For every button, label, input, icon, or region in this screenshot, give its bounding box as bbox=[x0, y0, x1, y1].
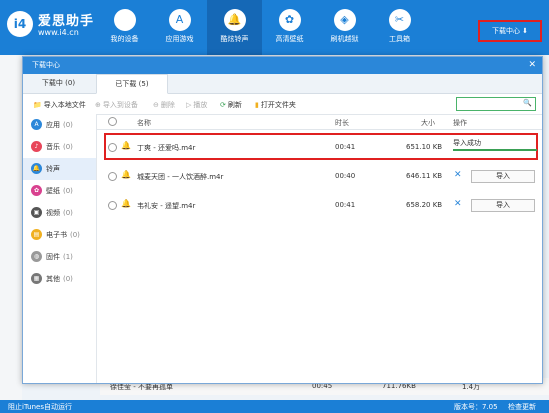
dialog-title: 下载中心 bbox=[32, 61, 60, 69]
category-music[interactable]: ♪ 音乐 (0) bbox=[23, 136, 96, 158]
import-button[interactable]: 导入 bbox=[471, 170, 535, 183]
firmware-icon: ◍ bbox=[31, 251, 42, 262]
select-all-checkbox[interactable] bbox=[108, 117, 117, 126]
bell-icon: 🔔 bbox=[223, 9, 246, 31]
music-icon: ♪ bbox=[31, 141, 42, 152]
row-size: 646.11 KB bbox=[406, 172, 443, 180]
nav-toolbox[interactable]: ✂ 工具箱 bbox=[372, 0, 427, 55]
refresh-button[interactable]: ⟳ 刷新 bbox=[220, 100, 242, 110]
open-folder-button[interactable]: ▮ 打开文件夹 bbox=[255, 100, 296, 110]
category-sidebar: A 应用 (0) ♪ 音乐 (0) 🔔 铃声 ✿ 壁纸 (0) ▣ 视频 (0) ▤ 电子书 (0) … bbox=[23, 114, 97, 383]
row-checkbox[interactable] bbox=[108, 143, 117, 152]
row-duration: 00:41 bbox=[335, 201, 356, 209]
background-sidebar bbox=[0, 55, 22, 400]
nav-apps[interactable]: A 应用游戏 bbox=[152, 0, 207, 55]
bell-icon: 🔔 bbox=[121, 199, 131, 208]
import-device-button[interactable]: ⊕ 导入到设备 bbox=[95, 100, 138, 110]
category-wallpapers[interactable]: ✿ 壁纸 (0) bbox=[23, 180, 96, 202]
import-button[interactable]: 导入 bbox=[471, 199, 535, 212]
column-duration: 时长 bbox=[335, 119, 349, 127]
import-status: 导入成功 bbox=[453, 139, 481, 147]
play-icon: ▷ bbox=[186, 101, 192, 109]
row-duration: 00:40 bbox=[335, 172, 356, 180]
column-name: 名称 bbox=[137, 119, 151, 127]
column-size: 大小 bbox=[421, 119, 435, 127]
version-label: 版本号：7.05 bbox=[454, 403, 498, 411]
import-icon: ⊕ bbox=[95, 101, 101, 109]
category-firmware[interactable]: ◍ 固件 (1) bbox=[23, 246, 96, 268]
video-icon: ▣ bbox=[31, 207, 42, 218]
download-center-button[interactable]: 下载中心 ⬇ bbox=[478, 20, 542, 42]
row-size: 651.10 KB bbox=[406, 143, 443, 151]
table-row[interactable]: 🔔 城麦天团 - 一人饮酒醉.m4r 00:40 646.11 KB ✕ 导入 bbox=[97, 162, 542, 191]
category-ringtones[interactable]: 🔔 铃声 bbox=[23, 158, 96, 180]
dropbox-icon: ◈ bbox=[333, 9, 356, 31]
downloaded-list: 名称 时长 大小 操作 🔔 丁爽 - 还爱吗.m4r 00:41 651.10 … bbox=[97, 114, 542, 383]
nav-ringtones[interactable]: 🔔 酷炫铃声 bbox=[207, 0, 262, 55]
flower-icon: ✿ bbox=[278, 9, 301, 31]
row-name: 城麦天团 - 一人饮酒醉.m4r bbox=[137, 173, 224, 181]
app-store-icon: A bbox=[168, 9, 191, 31]
remove-icon[interactable]: ✕ bbox=[454, 199, 462, 209]
app-logo: i4 bbox=[7, 11, 33, 37]
flower-icon: ✿ bbox=[31, 185, 42, 196]
dialog-toolbar: 📁 导入本地文件 ⊕ 导入到设备 ⊖ 删除 ▷ 播放 ⟳ 刷新 ▮ 打开文件夹 🔍 bbox=[23, 94, 542, 115]
row-checkbox[interactable] bbox=[108, 172, 117, 181]
tab-downloading[interactable]: 下载中 (0) bbox=[23, 74, 94, 93]
download-center-dialog: 下载中心 ✕ 下载中 (0) 已下载 (5) 📁 导入本地文件 ⊕ 导入到设备 ⊖ 删… bbox=[22, 56, 543, 384]
apple-icon bbox=[113, 9, 136, 31]
brand-name: 爱思助手 bbox=[38, 14, 95, 29]
search-input[interactable]: 🔍 bbox=[456, 97, 536, 111]
row-name: 丁爽 - 还爱吗.m4r bbox=[137, 144, 196, 152]
list-header: 名称 时长 大小 操作 bbox=[97, 114, 542, 130]
category-ebooks[interactable]: ▤ 电子书 (0) bbox=[23, 224, 96, 246]
check-update-button[interactable]: 检查更新 bbox=[508, 402, 536, 412]
nav-my-device[interactable]: 我的设备 bbox=[97, 0, 152, 55]
delete-button[interactable]: ⊖ 删除 bbox=[153, 100, 175, 110]
tab-downloaded[interactable]: 已下载 (5) bbox=[96, 74, 168, 94]
dialog-tabs: 下载中 (0) 已下载 (5) bbox=[23, 74, 542, 94]
top-bar: i4 爱思助手 www.i4.cn 我的设备 A 应用游戏 🔔 酷炫铃声 ✿ 高… bbox=[0, 0, 549, 55]
dialog-title-bar: 下载中心 ✕ bbox=[23, 57, 542, 74]
row-size: 658.20 KB bbox=[406, 201, 443, 209]
status-bar: 阻止iTunes自动运行 版本号：7.05 检查更新 bbox=[0, 400, 549, 413]
category-other[interactable]: ▦ 其他 (0) bbox=[23, 268, 96, 290]
tools-icon: ✂ bbox=[388, 9, 411, 31]
bell-icon: 🔔 bbox=[121, 141, 131, 150]
category-videos[interactable]: ▣ 视频 (0) bbox=[23, 202, 96, 224]
bell-icon: 🔔 bbox=[121, 170, 131, 179]
delete-icon: ⊖ bbox=[153, 101, 159, 109]
nav-wallpapers[interactable]: ✿ 高清壁纸 bbox=[262, 0, 317, 55]
table-row[interactable]: 🔔 韦礼安 - 遥望.m4r 00:41 658.20 KB ✕ 导入 bbox=[97, 191, 542, 220]
close-icon[interactable]: ✕ bbox=[528, 57, 536, 74]
open-folder-icon: ▮ bbox=[255, 101, 259, 109]
app-icon: A bbox=[31, 119, 42, 130]
import-local-button[interactable]: 📁 导入本地文件 bbox=[33, 100, 86, 110]
other-icon: ▦ bbox=[31, 273, 42, 284]
row-duration: 00:41 bbox=[335, 143, 356, 151]
column-action: 操作 bbox=[453, 119, 467, 127]
refresh-icon: ⟳ bbox=[220, 101, 226, 109]
folder-icon: 📁 bbox=[33, 101, 42, 109]
progress-bar bbox=[453, 149, 537, 151]
brand-url: www.i4.cn bbox=[38, 28, 79, 37]
play-button[interactable]: ▷ 播放 bbox=[186, 100, 207, 110]
nav-flash-jailbreak[interactable]: ◈ 刷机越狱 bbox=[317, 0, 372, 55]
search-icon[interactable]: 🔍 bbox=[523, 99, 532, 107]
book-icon: ▤ bbox=[31, 229, 42, 240]
row-name: 韦礼安 - 遥望.m4r bbox=[137, 202, 196, 210]
itunes-toggle[interactable]: 阻止iTunes自动运行 bbox=[8, 402, 72, 412]
bell-icon: 🔔 bbox=[31, 163, 42, 174]
row-checkbox[interactable] bbox=[108, 201, 117, 210]
category-apps[interactable]: A 应用 (0) bbox=[23, 114, 96, 136]
remove-icon[interactable]: ✕ bbox=[454, 170, 462, 180]
table-row[interactable]: 🔔 丁爽 - 还爱吗.m4r 00:41 651.10 KB 导入成功 bbox=[97, 133, 542, 162]
